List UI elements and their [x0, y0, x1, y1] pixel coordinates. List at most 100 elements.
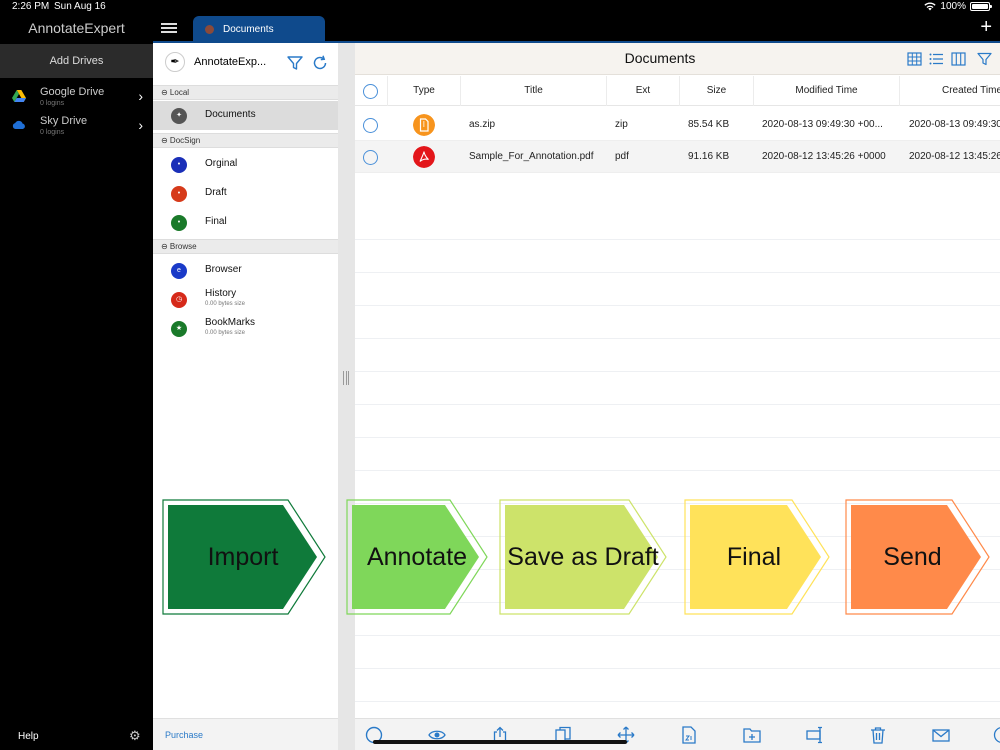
battery-percent: 100%	[940, 1, 966, 12]
location-draft[interactable]: • Draft	[153, 179, 338, 208]
drive-logins: 0 logins	[40, 100, 65, 107]
section-browse[interactable]: ⊖ Browse	[153, 239, 338, 254]
location-label: Browser	[205, 264, 242, 275]
chevron-right-icon: ›	[138, 88, 143, 104]
location-final[interactable]: • Final	[153, 208, 338, 237]
purchase-link[interactable]: Purchase	[165, 730, 203, 740]
page-title: Documents	[624, 50, 696, 66]
table-row[interactable]: Sample_For_Annotation.pdf pdf 91.16 KB 2…	[355, 141, 1000, 173]
drag-handle-icon[interactable]	[343, 371, 349, 385]
status-time: 2:26 PM	[12, 1, 50, 12]
battery-icon	[970, 2, 992, 11]
location-browser[interactable]: e Browser	[153, 256, 338, 285]
file-modified: 2020-08-13 09:49:30 +00...	[762, 119, 883, 130]
bottom-toolbar	[355, 718, 1000, 750]
status-right: 100%	[924, 1, 992, 12]
location-label: Draft	[205, 187, 227, 198]
file-ext: pdf	[615, 151, 629, 162]
section-local[interactable]: ⊖ Local	[153, 85, 338, 100]
table-row[interactable]: as.zip zip 85.54 KB 2020-08-13 09:49:30 …	[355, 109, 1000, 141]
location-bookmarks[interactable]: ★ BookMarks 0.00 bytes size	[153, 314, 338, 343]
drive-logins: 0 logins	[40, 129, 65, 136]
home-indicator	[373, 740, 627, 744]
mail-icon[interactable]	[932, 726, 950, 744]
location-label: History	[205, 288, 237, 299]
gear-icon[interactable]: ⚙	[129, 728, 141, 744]
location-label: Final	[205, 216, 227, 227]
list-view-icon[interactable]	[929, 52, 944, 66]
help-link[interactable]: Help	[18, 731, 39, 742]
location-documents[interactable]: ✦ Documents	[153, 101, 338, 130]
documents-header: Documents	[355, 43, 1000, 75]
tab-documents[interactable]: Documents	[193, 16, 325, 42]
tab-label: Documents	[223, 24, 274, 35]
column-ext[interactable]: Ext	[607, 76, 680, 106]
file-modified: 2020-08-12 13:45:26 +0000	[762, 151, 886, 162]
columns-view-icon[interactable]	[951, 52, 966, 66]
pdf-file-icon	[413, 146, 435, 168]
drive-sky-drive[interactable]: Sky Drive 0 logins ›	[0, 111, 153, 139]
star-icon: ★	[171, 321, 187, 337]
location-orginal[interactable]: • Orginal	[153, 150, 338, 179]
column-modified[interactable]: Modified Time	[754, 76, 900, 106]
location-history[interactable]: ◷ History 0.00 bytes size	[153, 285, 338, 314]
location-size: 0.00 bytes size	[205, 301, 246, 307]
location-label: BookMarks	[205, 317, 256, 328]
more-icon[interactable]	[993, 726, 1000, 744]
rename-icon[interactable]	[806, 726, 824, 744]
filter-icon[interactable]	[977, 52, 992, 66]
file-created: 2020-08-13 09:49:30 +0000	[909, 119, 1000, 130]
zip-icon[interactable]	[680, 726, 698, 744]
select-all-checkbox[interactable]	[363, 84, 378, 99]
column-type[interactable]: Type	[387, 76, 461, 106]
draft-stamp-icon: •	[171, 186, 187, 202]
locations-title: AnnotateExp...	[194, 56, 267, 68]
split-divider[interactable]	[338, 43, 355, 750]
app-title: AnnotateExpert	[28, 20, 125, 36]
documents-panel: Documents Type Title Ext Size Modified T…	[355, 43, 1000, 750]
grid-view-icon[interactable]	[907, 52, 922, 66]
empty-rows	[355, 207, 1000, 717]
tab-dot-icon	[205, 25, 214, 34]
status-bar: 2:26 PM Sun Aug 16 100%	[0, 0, 1000, 14]
menu-icon[interactable]	[161, 23, 177, 33]
row-checkbox[interactable]	[363, 150, 378, 165]
drive-google-drive[interactable]: Google Drive 0 logins ›	[0, 82, 153, 110]
row-checkbox[interactable]	[363, 118, 378, 133]
final-stamp-icon: •	[171, 215, 187, 231]
filter-icon[interactable]	[286, 54, 304, 72]
trash-icon[interactable]	[869, 726, 887, 744]
add-drives-button[interactable]: Add Drives	[0, 44, 153, 78]
file-ext: zip	[615, 119, 628, 130]
file-size: 85.54 KB	[688, 119, 730, 130]
column-created[interactable]: Created Time	[900, 76, 1000, 106]
zip-file-icon	[413, 114, 435, 136]
refresh-icon[interactable]	[311, 54, 329, 72]
location-size: 0.00 bytes size	[205, 330, 246, 336]
locations-panel: ✒ AnnotateExp... ⊖ Local ✦ Documents ⊖ D…	[153, 43, 338, 750]
drive-name: Google Drive	[40, 86, 105, 98]
original-stamp-icon: •	[171, 157, 187, 173]
history-icon: ◷	[171, 292, 187, 308]
top-bar: Documents +	[153, 14, 1000, 42]
drives-sidebar: AnnotateExpert Add Drives Google Drive 0…	[0, 14, 153, 750]
google-drive-icon	[12, 90, 26, 102]
file-title: Sample_For_Annotation.pdf	[469, 151, 594, 162]
wifi-icon	[924, 2, 937, 11]
app-logo-icon: ✒	[165, 52, 185, 72]
purchase-bar: Purchase	[153, 718, 338, 750]
location-label: Documents	[205, 109, 256, 120]
cloud-icon	[12, 120, 25, 129]
column-size[interactable]: Size	[680, 76, 754, 106]
section-docsign[interactable]: ⊖ DocSign	[153, 133, 338, 148]
drive-name: Sky Drive	[40, 115, 88, 127]
documents-icon: ✦	[171, 108, 187, 124]
file-title: as.zip	[469, 119, 496, 130]
file-created: 2020-08-12 13:45:26 +0000	[909, 151, 1000, 162]
file-size: 91.16 KB	[688, 151, 730, 162]
chevron-right-icon: ›	[138, 117, 143, 133]
column-title[interactable]: Title	[461, 76, 607, 106]
new-folder-icon[interactable]	[743, 726, 761, 744]
browser-icon: e	[171, 263, 187, 279]
add-icon[interactable]: +	[980, 16, 992, 39]
